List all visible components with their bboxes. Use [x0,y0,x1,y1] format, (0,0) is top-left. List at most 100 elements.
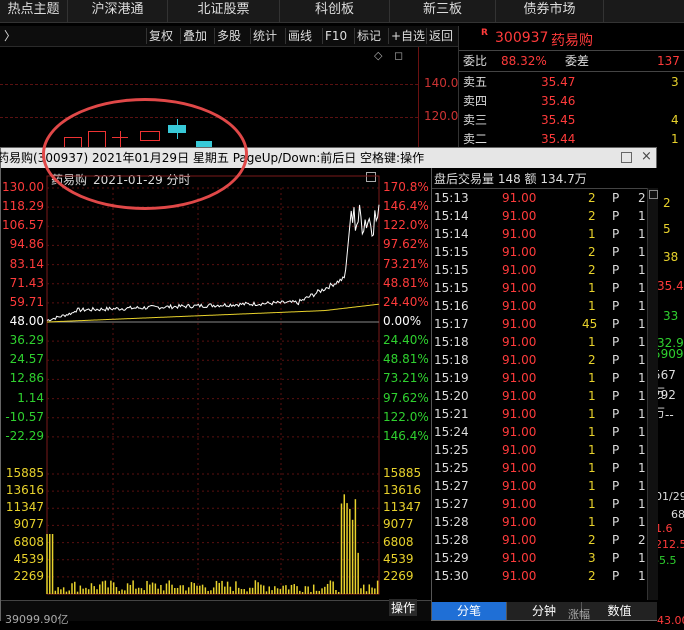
tick-price: 91.00 [502,299,537,313]
tick-price: 91.00 [502,425,537,439]
tick-price: 91.00 [502,551,537,565]
tick-count: 2 [638,533,646,547]
r-mark: R [481,28,488,38]
tick-row: 15:18 91.00 1 P 1 [432,333,657,351]
right-axis-label: 0.00% [383,314,422,328]
right-axis-label: 97.62% [383,390,429,405]
tick-volume: 2 [588,533,596,547]
right-axis-label: 146.4% [383,428,429,443]
tick-time: 15:14 [434,227,469,241]
stock-name: 药易购 [551,33,593,49]
toggle-icon[interactable]: ◻ [394,49,403,62]
tick-time: 15:18 [434,353,469,367]
tick-count: 1 [638,371,646,385]
tick-flag: P [612,497,620,511]
left-axis-label: 106.57 [2,218,44,233]
ask2-vol: 1 [671,132,679,146]
tick-count: 1 [638,335,646,349]
weicha-value: 137 [657,54,680,68]
tick-flag: P [612,281,620,295]
nav-tab-hk-connect[interactable]: 沪深港通 [68,0,168,22]
nav-tab-more[interactable] [604,0,684,22]
tick-count: 1 [638,497,646,511]
maximize-icon[interactable] [621,152,632,163]
tick-flag: P [612,263,620,277]
tick-count: 1 [638,461,646,475]
left-axis-label: 48.00 [9,314,44,328]
tick-time: 15:28 [434,515,469,529]
tick-flag: P [612,353,620,367]
tick-price: 91.00 [502,209,537,223]
tick-price: 91.00 [502,407,537,421]
tick-price: 91.00 [502,389,537,403]
nav-tab-neeq[interactable]: 新三板 [390,0,496,22]
tick-row: 15:29 91.00 3 P 1 [432,549,657,567]
bg-axis-label: 120.0 [424,109,459,123]
nav-tab-bse[interactable]: 北证股票 [168,0,280,22]
tab-shuzhi[interactable]: 数值 [582,602,657,620]
side-value: 35.4 [657,279,684,293]
toolbar-mark-button[interactable]: 标记 [354,28,383,44]
left-axis-label: -22.29 [5,428,44,443]
nav-tab-hot-topics[interactable]: 热点主题 [0,0,68,22]
tick-volume: 1 [588,281,596,295]
toolbar-add-watch-button[interactable]: +自选 [388,28,427,44]
chart-toolbar: 〉 复权 叠加 多股 统计 画线 F10 标记 +自选 返回 [0,26,458,47]
ask3-label: 卖三 [463,113,488,127]
ask5-vol: 3 [671,75,679,89]
toolbar-multi-button[interactable]: 多股 [214,28,243,44]
tick-count: 1 [638,317,646,331]
right-axis-label: 48.81% [383,352,429,367]
right-axis-label: 73.21% [383,371,429,386]
side-value: 38 [663,250,679,264]
tick-price: 91.00 [502,335,537,349]
vol-axis-label-left: 4539 [13,551,44,566]
scroll-up-icon[interactable] [649,190,658,199]
weibi-value: 88.32% [501,54,547,68]
tick-time: 15:27 [434,479,469,493]
side-value: -5.5 [655,554,677,567]
tick-price: 91.00 [502,353,537,367]
tick-time: 15:14 [434,209,469,223]
tick-flag: P [612,461,620,475]
diamond-icon[interactable]: ◇ [374,49,382,62]
tick-volume: 1 [588,371,596,385]
nav-tab-star[interactable]: 科创板 [280,0,390,22]
tick-flag: P [612,299,620,313]
tick-row: 15:17 91.00 45 P 1 [432,315,657,333]
toolbar-overlay-button[interactable]: 叠加 [180,28,209,44]
tick-row: 15:18 91.00 2 P 1 [432,351,657,369]
tick-volume: 1 [588,479,596,493]
tick-price: 91.00 [502,245,537,259]
bottom-strip-text: 39099.90亿 [5,613,69,626]
tick-row: 15:14 91.00 1 P 1 [432,225,657,243]
tab-fenbi[interactable]: 分笔 [432,602,507,620]
collapse-arrow-icon[interactable]: 〉 [2,28,18,44]
tick-volume: 1 [588,335,596,349]
tick-price: 91.00 [502,533,537,547]
right-axis-label: 122.0% [383,409,429,424]
tick-count: 1 [638,263,646,277]
tick-price: 91.00 [502,317,537,331]
tick-row: 15:24 91.00 1 P 1 [432,423,657,441]
intraday-popup-window[interactable]: 药易购(300937) 2021年01月29日 星期五 PageUp/Down:… [0,147,658,626]
tick-price: 91.00 [502,497,537,511]
close-icon[interactable]: × [641,147,652,167]
tick-flag: P [612,209,620,223]
tick-flag: P [612,389,620,403]
tick-price: 91.00 [502,281,537,295]
tick-count: 1 [638,281,646,295]
tick-volume: 2 [588,209,596,223]
toolbar-back-button[interactable]: 返回 [426,28,455,44]
tick-volume: 1 [588,389,596,403]
toolbar-fuquan-button[interactable]: 复权 [146,28,175,44]
tick-flag: P [612,191,620,205]
toolbar-stats-button[interactable]: 统计 [250,28,279,44]
toolbar-f10-button[interactable]: F10 [322,28,349,44]
toolbar-draw-button[interactable]: 画线 [285,28,314,44]
nav-tab-bonds[interactable]: 债券市场 [496,0,604,22]
left-axis-label: 24.57 [9,352,44,367]
ask4-label: 卖四 [463,94,488,108]
ops-button[interactable]: 操作 [389,599,418,616]
tick-scrollbar[interactable] [647,188,658,600]
